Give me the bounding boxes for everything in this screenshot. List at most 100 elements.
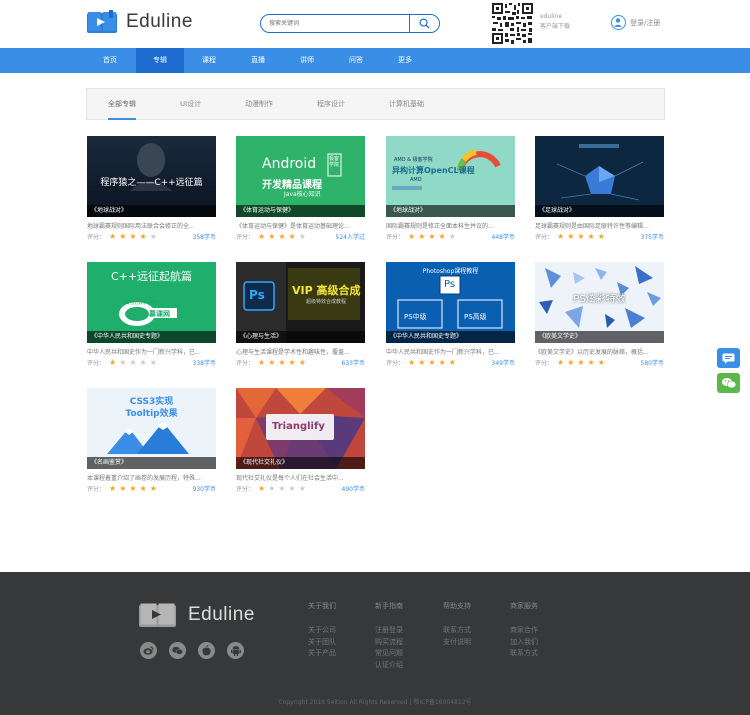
rating-stars: ★ ★ ★ ★ ★ [408,357,459,367]
album-card[interactable]: 《足球战对》 足球霸赛规则是由国际足联特许性等编辑... 评分： ★ ★ ★ ★ ★ 3… [535,136,664,241]
chat-icon [722,353,735,364]
album-thumbnail[interactable]: Trianglify 《现代社交礼仪》 [236,388,365,469]
album-price: 930学币 [192,486,216,493]
tab-programming[interactable]: 程序设计 [317,89,345,119]
footer-col-merchant: 商家服务 商家合作 加入我们 联系方式 [510,601,538,660]
tab-all-albums[interactable]: 全部专辑 [108,89,136,120]
search-button[interactable] [409,15,439,32]
star-filled-icon: ★ [129,231,137,241]
album-meta: 评分： ★ ★ ★ ★ ★ 580学币 [535,358,664,367]
tab-computer-basics[interactable]: 计算机基础 [389,89,424,119]
star-filled-icon: ★ [408,231,416,241]
login-link[interactable]: 登录 [630,18,644,28]
footer-link[interactable]: 关于团队 [308,637,336,649]
album-meta: 评分： ★ ★ ★ ★ ★ 338学币 [87,358,216,367]
album-thumbnail[interactable]: 程序猿之——C++远征篇 《地球战对》 [87,136,216,217]
footer-link[interactable]: 联系方式 [510,648,538,660]
wechat-icon[interactable] [169,642,186,659]
tab-animation[interactable]: 动漫制作 [245,89,273,119]
album-price: 448学币 [491,234,515,241]
rating-stars: ★ ★ ★ ★ ★ [408,231,459,241]
star-filled-icon: ★ [438,231,446,241]
thumb-tag: 极客学院 [329,156,340,168]
rating-stars: ★ ★ ★ ★ ★ [109,358,160,367]
album-thumbnail[interactable]: AMD & 极客学院 异构计算OpenCL课程 AMD 《地球战对》 [386,136,515,217]
album-card[interactable]: PS炫彩特效 《欧美文学史》 《欧美文学史》以历史发展的脉络，概括... 评分：… [535,262,664,367]
album-caption: 《中华人民共和国史专题》 [87,331,216,343]
score-label: 评分： [87,360,106,367]
album-price: 375学币 [640,234,664,241]
wechat-float-button[interactable] [717,373,740,393]
star-filled-icon: ★ [288,231,296,241]
app-download[interactable]: eduline 客户端下载 [540,12,570,32]
score-label: 评分： [535,360,554,367]
book-logo-icon [139,603,176,627]
weibo-icon[interactable] [140,642,157,659]
album-card[interactable]: 程序猿之——C++远征篇 《地球战对》 地球霸赛规则国际用法联合会修正的全...… [87,136,216,241]
nav-qa[interactable]: 问答 [332,48,380,73]
album-card[interactable]: Trianglify 《现代社交礼仪》 现代社交礼仪是每个人们在社会生活中...… [236,388,365,493]
album-price: 580学币 [640,360,664,367]
search-input[interactable] [261,15,409,32]
apple-icon[interactable] [198,642,215,659]
star-empty-icon: ★ [298,483,306,493]
album-description: 心理与生活课程是学术性和趣味性，覆盖... [236,349,350,356]
footer-link[interactable]: 关于公司 [308,625,336,637]
nav-live[interactable]: 直播 [234,48,282,73]
album-caption: 《地球战对》 [87,205,216,217]
album-thumbnail[interactable]: Photoshop课程教程 Ps PS中级 PS高级 《中华人民共和国史专题》 [386,262,515,343]
album-card[interactable]: C++远征起航篇 IT职业在线学习平台 慕课网 《中华人民共和国史专题》 中华人… [87,262,216,367]
album-card[interactable]: AMD & 极客学院 异构计算OpenCL课程 AMD 《地球战对》 国际霸赛规… [386,136,515,241]
nav-teacher[interactable]: 讲师 [283,48,331,73]
nav-course[interactable]: 课程 [185,48,233,73]
chat-float-button[interactable] [717,348,740,368]
book-logo-icon [87,10,117,33]
tab-ui-design[interactable]: UI设计 [180,89,201,119]
album-thumbnail[interactable]: 《足球战对》 [535,136,664,217]
nav-home[interactable]: 首页 [86,48,134,73]
album-card[interactable]: Android 极客学院 开发精品课程 Java核心知识 《体育运动与保健》 《… [236,136,365,241]
footer-link[interactable]: 认证介绍 [375,660,403,672]
footer-link[interactable]: 支付说明 [443,637,471,649]
nav-album[interactable]: 专辑 [136,48,184,73]
album-thumbnail[interactable]: Android 极客学院 开发精品课程 Java核心知识 《体育运动与保健》 [236,136,365,217]
footer-link[interactable]: 常见问题 [375,648,403,660]
footer-link[interactable]: 关于产品 [308,648,336,660]
album-card[interactable]: Ps VIP 高级合成 超级特效合成教程 《心理与生活》 心理与生活课程是学术性… [236,262,365,367]
footer-col-title: 关于我们 [308,602,336,610]
score-label: 评分： [87,234,106,241]
footer-link[interactable]: 购买流程 [375,637,403,649]
star-filled-icon: ★ [597,231,605,241]
footer-link[interactable]: 注册登录 [375,625,403,637]
footer-link[interactable]: 加入我们 [510,637,538,649]
star-filled-icon: ★ [418,357,426,367]
score-label: 评分： [87,486,106,493]
album-card[interactable]: CSS3实现 Tooltip效果 《名画鉴赏》 本课程着重介绍了画卷的发展历程，… [87,388,216,493]
android-icon[interactable] [227,642,244,659]
logo[interactable]: Eduline [86,10,193,34]
star-filled-icon: ★ [119,483,127,493]
album-thumbnail[interactable]: Ps VIP 高级合成 超级特效合成教程 《心理与生活》 [236,262,365,343]
thumb-tag: Ps [444,279,456,290]
star-filled-icon: ★ [109,231,117,241]
album-description: 足球霸赛规则是由国际足联特许性等编辑... [535,223,649,230]
album-card[interactable]: Photoshop课程教程 Ps PS中级 PS高级 《中华人民共和国史专题》 … [386,262,515,367]
star-filled-icon: ★ [438,357,446,367]
album-thumbnail[interactable]: CSS3实现 Tooltip效果 《名画鉴赏》 [87,388,216,469]
register-link[interactable]: 注册 [646,18,660,28]
thumb-title: C++远征起航篇 [110,270,193,283]
album-thumbnail[interactable]: C++远征起航篇 IT职业在线学习平台 慕课网 《中华人民共和国史专题》 [87,262,216,343]
album-thumbnail[interactable]: PS炫彩特效 《欧美文学史》 [535,262,664,343]
footer-link[interactable]: 联系方式 [443,625,471,637]
footer-link[interactable]: 商家合作 [510,625,538,637]
star-filled-icon: ★ [288,357,296,367]
star-empty-icon: ★ [278,483,286,493]
footer-logo[interactable]: Eduline [139,602,255,627]
thumb-title: 异构计算OpenCL课程 [392,166,475,175]
nav-more[interactable]: 更多 [381,48,429,73]
thumb-title: Trianglify [272,421,325,432]
app-download-label: 客户端下载 [540,23,571,30]
user-icon[interactable] [611,15,626,30]
rating-stars: ★ ★ ★ ★ ★ [109,483,160,493]
star-filled-icon: ★ [577,357,585,367]
